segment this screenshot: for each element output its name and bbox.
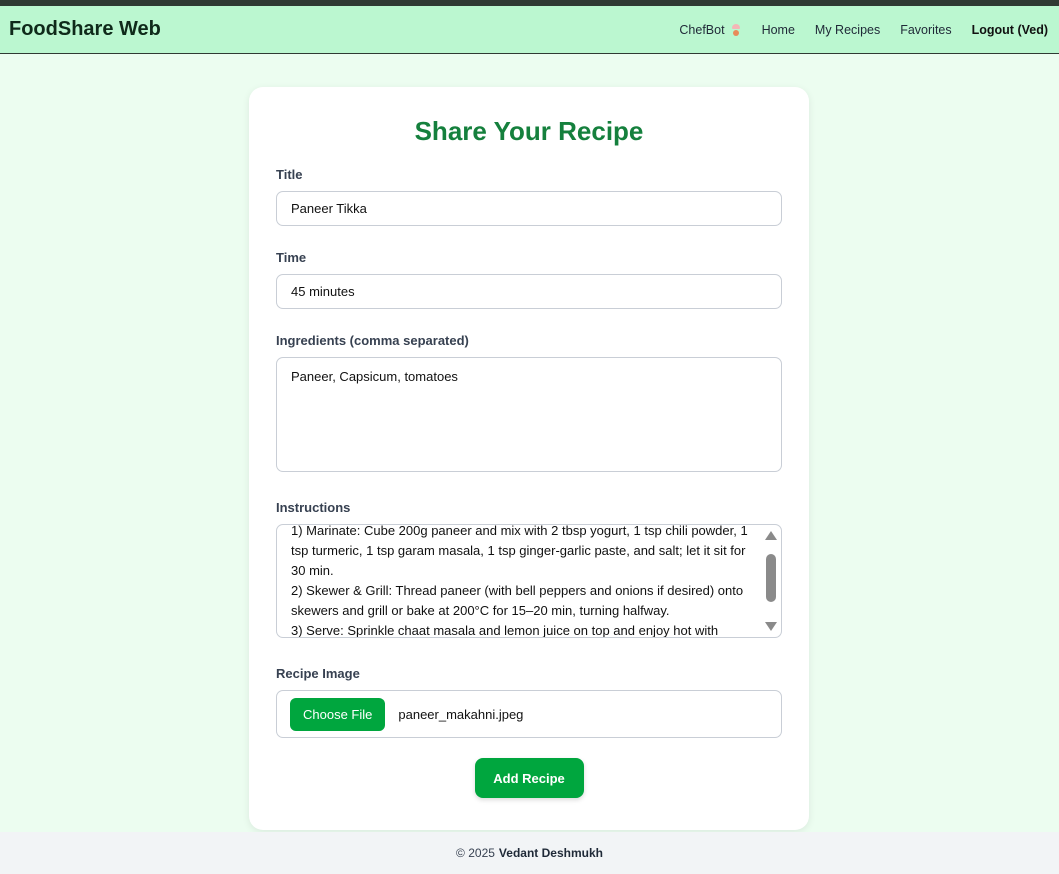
nav-link-favorites[interactable]: Favorites [900,23,951,37]
footer-copyright: © 2025 [456,846,495,860]
title-input[interactable]: Paneer Tikka [276,191,782,226]
time-input[interactable]: 45 minutes [276,274,782,309]
selected-file-name: paneer_makahni.jpeg [398,706,524,722]
footer-author: Vedant Deshmukh [498,846,603,860]
time-label: Time [276,250,307,265]
navbar: FoodShare Web ChefBot Home My Recipes Fa… [0,6,1059,54]
title-input-value: Paneer Tikka [291,201,367,216]
title-label: Title [276,167,303,182]
instructions-textarea-value: 1) Marinate: Cube 200g paneer and mix wi… [291,524,748,638]
ingredients-textarea-value: Paneer, Capsicum, tomatoes [291,369,458,384]
recipe-image-file-input[interactable]: Choose File paneer_makahni.jpeg [276,690,782,738]
instructions-label: Instructions [276,500,351,515]
instructions-scrollbar[interactable] [761,525,781,637]
ingredients-textarea[interactable]: Paneer, Capsicum, tomatoes [276,357,782,472]
submit-row: Add Recipe [276,758,782,798]
scroll-up-arrow-icon[interactable] [765,531,777,540]
ingredients-label: Ingredients (comma separated) [276,333,469,348]
scroll-down-arrow-icon[interactable] [765,622,777,631]
scroll-thumb[interactable] [766,554,776,602]
time-input-value: 45 minutes [291,284,355,299]
nav-link-chefbot-label: ChefBot [679,22,725,37]
nav-link-chefbot[interactable]: ChefBot [679,23,741,37]
footer: © 2025 Vedant Deshmukh [0,832,1059,874]
nav-link-logout[interactable]: Logout (Ved) [972,23,1048,37]
recipe-image-label: Recipe Image [276,666,360,681]
nav-link-my-recipes[interactable]: My Recipes [815,23,880,37]
choose-file-button[interactable]: Choose File [290,697,386,731]
form-heading: Share Your Recipe [414,116,644,146]
nav-links: ChefBot Home My Recipes Favorites Logout… [679,23,1050,37]
nav-link-home[interactable]: Home [762,23,795,37]
add-recipe-button[interactable]: Add Recipe [474,758,584,798]
brand-logo[interactable]: FoodShare Web [9,18,161,41]
recipe-form-card: Share Your Recipe Title Paneer Tikka Tim… [249,87,809,830]
chef-icon [730,23,742,36]
instructions-textarea[interactable]: 1) Marinate: Cube 200g paneer and mix wi… [276,524,782,638]
